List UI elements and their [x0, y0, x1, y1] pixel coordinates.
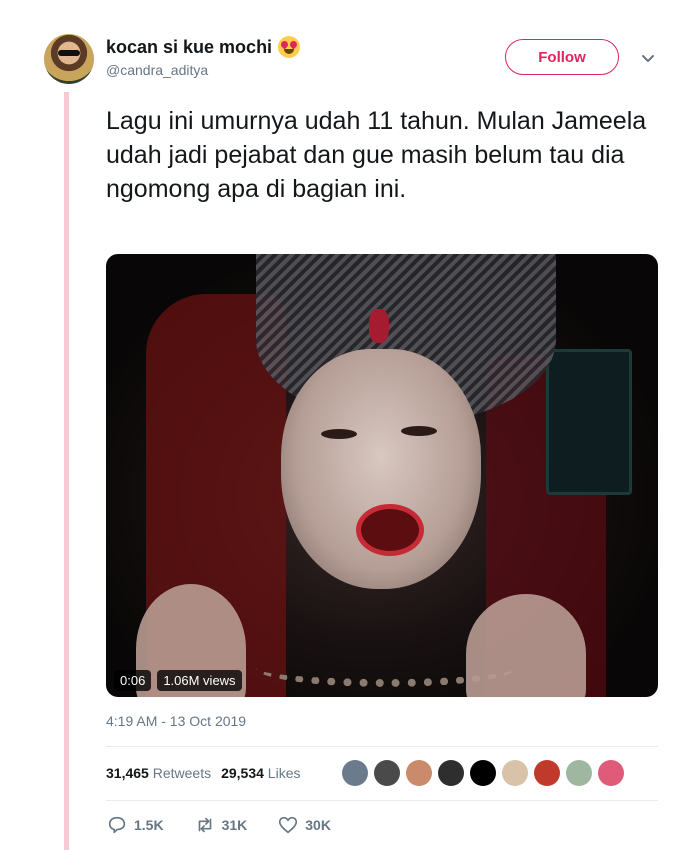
- follow-button[interactable]: Follow: [505, 39, 619, 75]
- video-media[interactable]: 0:06 1.06M views: [106, 254, 658, 697]
- tweet-text: Lagu ini umurnya udah 11 tahun. Mulan Ja…: [106, 107, 647, 203]
- media-jewel: [369, 309, 389, 343]
- display-name[interactable]: kocan si kue mochi: [106, 37, 272, 58]
- likes-count: 29,534: [221, 765, 264, 781]
- liker-avatar[interactable]: [406, 760, 432, 786]
- liker-avatar[interactable]: [374, 760, 400, 786]
- media-mouth: [356, 504, 424, 556]
- media-background-poster: [546, 349, 632, 495]
- media-badges: 0:06 1.06M views: [114, 670, 242, 691]
- liker-avatar[interactable]: [438, 760, 464, 786]
- video-views-badge: 1.06M views: [157, 670, 242, 691]
- tweet-actions: 1.5K 31K 30K: [106, 814, 331, 836]
- divider-bottom: [106, 800, 658, 801]
- heart-eyes-emoji-icon: [278, 36, 301, 58]
- retweet-icon: [198, 817, 211, 833]
- retweets-label: Retweets: [152, 765, 212, 781]
- retweet-count: 31K: [221, 817, 248, 833]
- heart-icon: [279, 816, 298, 834]
- liker-avatars: [342, 760, 624, 786]
- like-action[interactable]: 30K: [277, 814, 331, 836]
- likes-stat[interactable]: 29,534 Likes: [221, 765, 300, 781]
- thread-line: [64, 92, 69, 850]
- avatar[interactable]: [44, 34, 94, 84]
- divider-top: [106, 746, 658, 747]
- media-eye-left: [321, 429, 357, 439]
- liker-avatar[interactable]: [534, 760, 560, 786]
- retweet-action[interactable]: 31K: [194, 814, 248, 836]
- tweet-timestamp[interactable]: 4:19 AM - 13 Oct 2019: [106, 713, 246, 729]
- user-name-row: kocan si kue mochi: [106, 36, 301, 58]
- like-count: 30K: [305, 817, 331, 833]
- reply-action[interactable]: 1.5K: [106, 814, 164, 836]
- reply-count: 1.5K: [134, 817, 164, 833]
- liker-avatar[interactable]: [502, 760, 528, 786]
- liker-avatar[interactable]: [566, 760, 592, 786]
- chevron-down-icon[interactable]: [640, 50, 656, 66]
- reply-icon: [108, 816, 126, 834]
- retweets-stat[interactable]: 31,465 Retweets: [106, 765, 211, 781]
- media-eye-right: [401, 426, 437, 436]
- liker-avatar[interactable]: [470, 760, 496, 786]
- avatar-glasses: [58, 50, 80, 56]
- likes-label: Likes: [267, 765, 301, 781]
- tweet-stats: 31,465 Retweets 29,534 Likes: [106, 765, 300, 781]
- liker-avatar[interactable]: [598, 760, 624, 786]
- user-handle[interactable]: @candra_aditya: [106, 62, 208, 78]
- liker-avatar[interactable]: [342, 760, 368, 786]
- video-duration-badge: 0:06: [114, 670, 152, 691]
- retweets-count: 31,465: [106, 765, 149, 781]
